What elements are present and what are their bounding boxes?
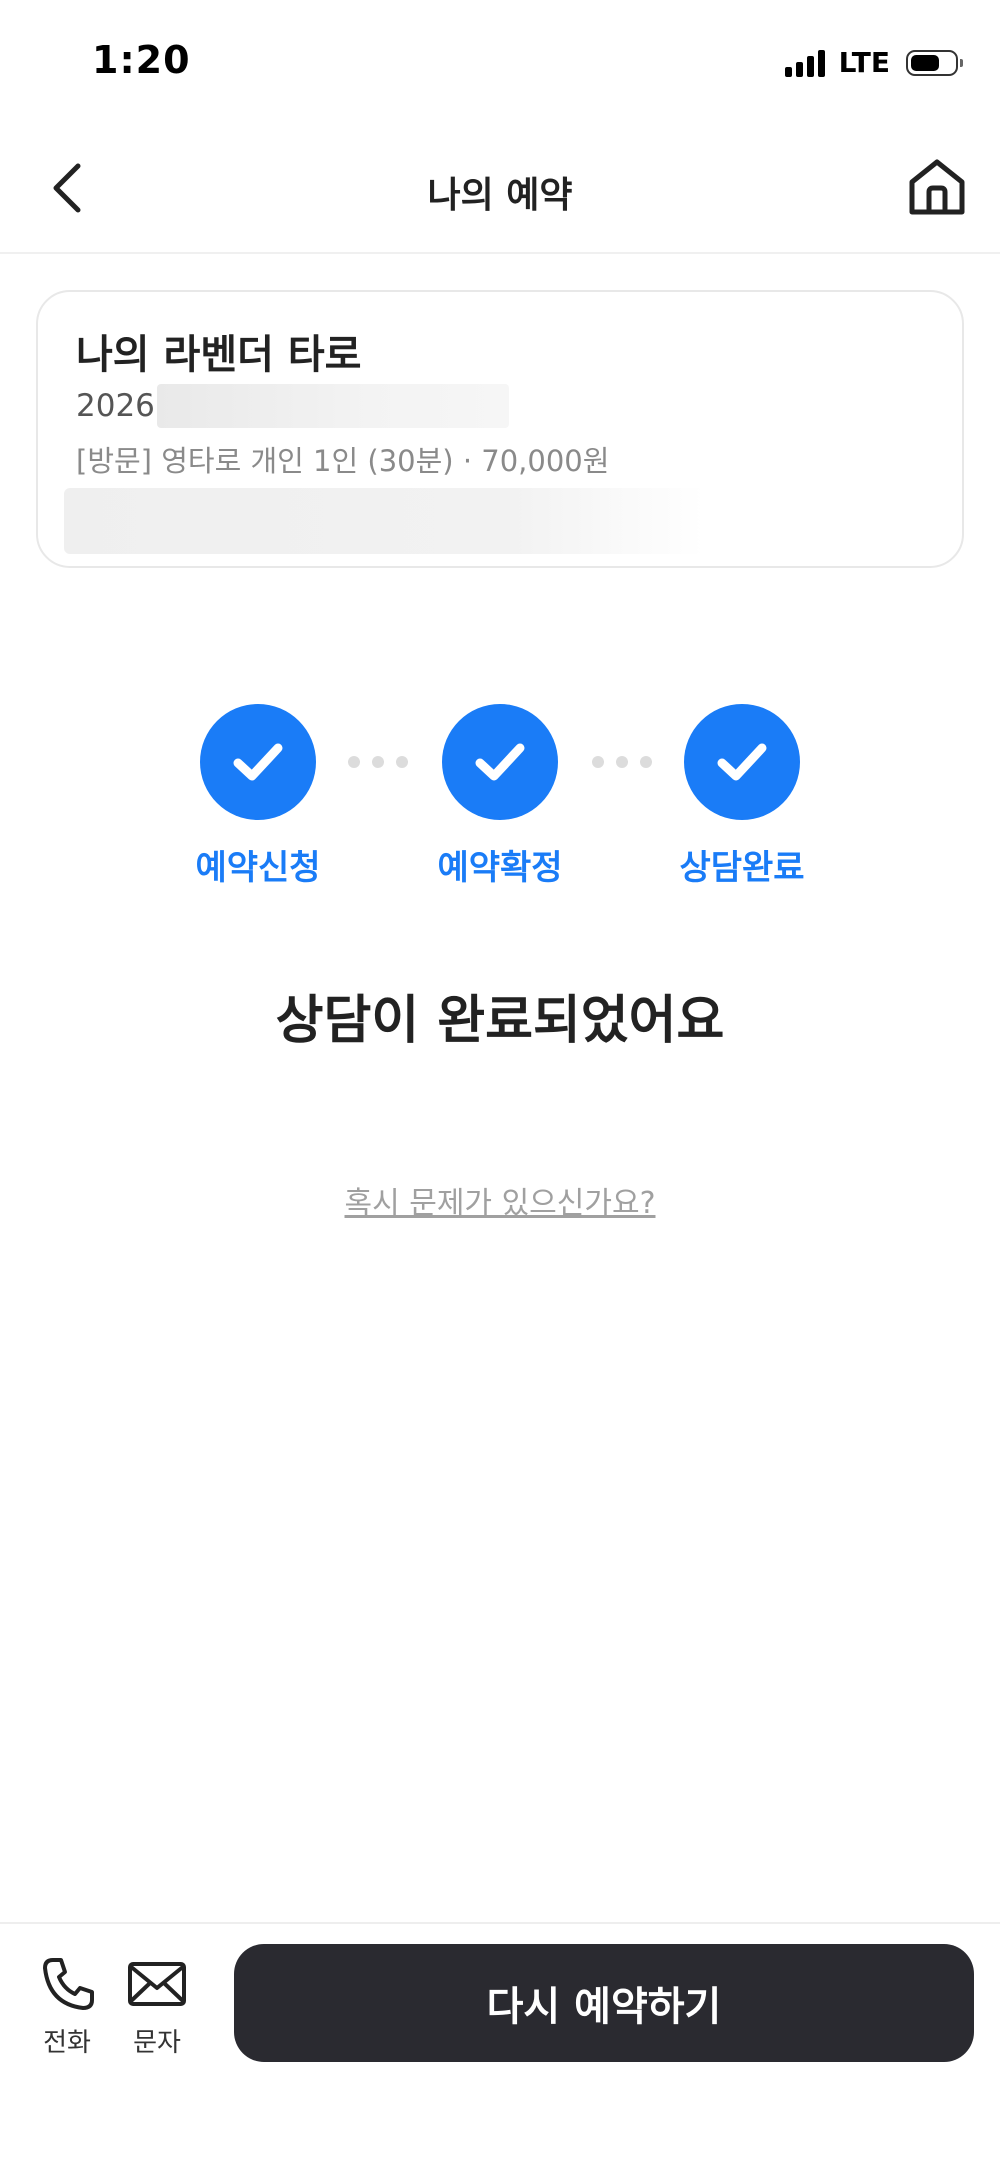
step-complete: 상담완료 [642, 704, 842, 889]
help-link[interactable]: 혹시 문제가 있으신가요? [0, 1178, 1000, 1222]
rebook-button[interactable]: 다시 예약하기 [234, 1944, 974, 2062]
step-label: 예약신청 [195, 848, 321, 888]
status-bar: 1:20 LTE [0, 0, 1000, 120]
step-done-indicator [200, 704, 316, 820]
store-name: 나의 라벤더 타로 [76, 332, 362, 378]
page-title: 나의 예약 [427, 175, 573, 216]
completion-message: 상담이 완료되었어요 [275, 991, 725, 1051]
reservation-card[interactable]: 나의 라벤더 타로 2026 [방문] 영타로 개인 1인 (30분) · 70… [36, 290, 964, 568]
step-label: 상담완료 [679, 848, 805, 888]
network-label: LTE [838, 46, 890, 79]
home-icon [909, 159, 965, 215]
message-label: 문자 [133, 2028, 181, 2058]
call-button[interactable]: 전화 [32, 1956, 102, 2059]
call-label: 전화 [43, 2028, 91, 2058]
message-button[interactable]: 문자 [122, 1956, 192, 2059]
check-icon [475, 743, 525, 781]
status-time: 1:20 [92, 38, 191, 82]
step-done-indicator [442, 704, 558, 820]
redacted-date [156, 384, 509, 428]
reservation-date-text: 2026 [76, 388, 155, 424]
check-icon [717, 743, 767, 781]
bottom-bar: 전화 문자 다시 예약하기 [0, 1922, 1000, 2167]
phone-icon [43, 1958, 94, 2010]
mail-icon [128, 1962, 186, 2006]
redacted-info [64, 488, 704, 554]
reservation-date: 2026 [76, 384, 509, 428]
home-button[interactable] [904, 154, 970, 220]
step-request: 예약신청 [158, 704, 358, 889]
step-connector [348, 756, 408, 768]
reservation-detail: [방문] 영타로 개인 1인 (30분) · 70,000원 [76, 444, 610, 478]
check-icon [233, 743, 283, 781]
step-done-indicator [684, 704, 800, 820]
step-label: 예약확정 [437, 848, 563, 888]
battery-icon [906, 49, 963, 76]
status-indicators: LTE [784, 46, 963, 79]
step-confirm: 예약확정 [400, 704, 600, 889]
header: 나의 예약 [0, 128, 1000, 254]
signal-icon [784, 49, 825, 77]
progress-steps: 예약신청 예약확정 상담완료 [0, 704, 1000, 888]
